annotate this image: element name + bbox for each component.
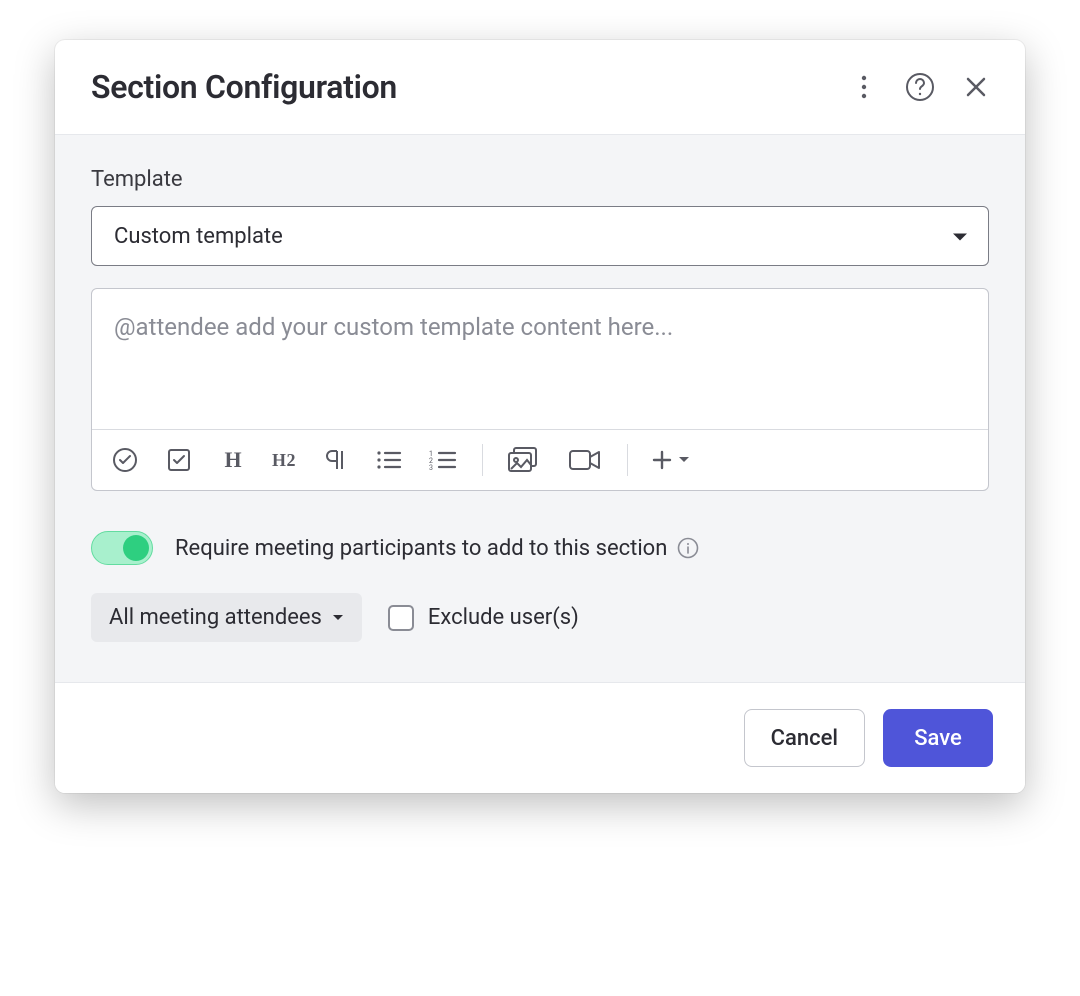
modal-header: Section Configuration <box>55 40 1025 135</box>
vertical-dots-icon <box>861 75 867 99</box>
bullet-list-icon <box>376 449 402 471</box>
toolbar-paragraph-button[interactable] <box>320 445 350 475</box>
attendee-options-row: All meeting attendees Exclude user(s) <box>91 593 989 642</box>
toolbar-video-button[interactable] <box>567 445 603 475</box>
heading2-icon: H2 <box>272 450 296 471</box>
toggle-knob <box>123 535 149 561</box>
toolbar-heading2-button[interactable]: H2 <box>272 445 296 475</box>
toolbar-heading1-button[interactable]: H <box>218 445 248 475</box>
require-participants-toggle[interactable] <box>91 531 153 565</box>
template-selected-value: Custom template <box>114 224 283 249</box>
help-icon <box>905 72 935 102</box>
image-icon <box>508 447 542 473</box>
info-icon[interactable] <box>677 537 699 559</box>
section-configuration-modal: Section Configuration Template Custom te… <box>55 40 1025 793</box>
close-button[interactable] <box>959 70 993 104</box>
cancel-button[interactable]: Cancel <box>744 709 865 767</box>
require-participants-label: Require meeting participants to add to t… <box>175 536 699 561</box>
editor-placeholder: @attendee add your custom template conte… <box>114 313 673 341</box>
modal-footer: Cancel Save <box>55 682 1025 793</box>
svg-text:3: 3 <box>429 464 433 471</box>
toolbar-circle-check-button[interactable] <box>110 445 140 475</box>
toolbar-separator <box>627 444 628 476</box>
editor-toolbar: H H2 123 <box>92 429 988 490</box>
toolbar-add-button[interactable] <box>652 445 690 475</box>
checkbox-icon <box>167 448 191 472</box>
caret-down-icon <box>952 224 968 249</box>
help-button[interactable] <box>903 70 937 104</box>
attendees-select-chip[interactable]: All meeting attendees <box>91 593 362 642</box>
plus-icon <box>652 450 672 470</box>
numbered-list-icon: 123 <box>429 449 457 471</box>
exclude-users-checkbox[interactable] <box>388 605 414 631</box>
caret-down-icon <box>678 456 690 464</box>
more-options-button[interactable] <box>847 70 881 104</box>
require-participants-row: Require meeting participants to add to t… <box>91 531 989 565</box>
heading1-icon: H <box>224 447 241 473</box>
toolbar-image-button[interactable] <box>507 445 543 475</box>
template-field-label: Template <box>91 167 989 192</box>
exclude-users-label: Exclude user(s) <box>428 605 579 630</box>
attendees-chip-label: All meeting attendees <box>109 605 322 630</box>
editor-textarea[interactable]: @attendee add your custom template conte… <box>92 289 988 429</box>
template-select[interactable]: Custom template <box>91 206 989 266</box>
close-icon <box>965 76 987 98</box>
circle-check-icon <box>112 447 138 473</box>
modal-body: Template Custom template @attendee add y… <box>55 135 1025 682</box>
save-button[interactable]: Save <box>883 709 993 767</box>
require-participants-text: Require meeting participants to add to t… <box>175 536 667 561</box>
modal-title: Section Configuration <box>91 68 847 106</box>
caret-down-icon <box>332 614 344 622</box>
toolbar-numbered-list-button[interactable]: 123 <box>428 445 458 475</box>
exclude-users-option[interactable]: Exclude user(s) <box>388 605 579 631</box>
template-editor: @attendee add your custom template conte… <box>91 288 989 491</box>
toolbar-bullet-list-button[interactable] <box>374 445 404 475</box>
header-actions <box>847 70 993 104</box>
video-icon <box>568 449 602 471</box>
toolbar-separator <box>482 444 483 476</box>
toolbar-checkbox-button[interactable] <box>164 445 194 475</box>
paragraph-icon <box>324 448 346 472</box>
